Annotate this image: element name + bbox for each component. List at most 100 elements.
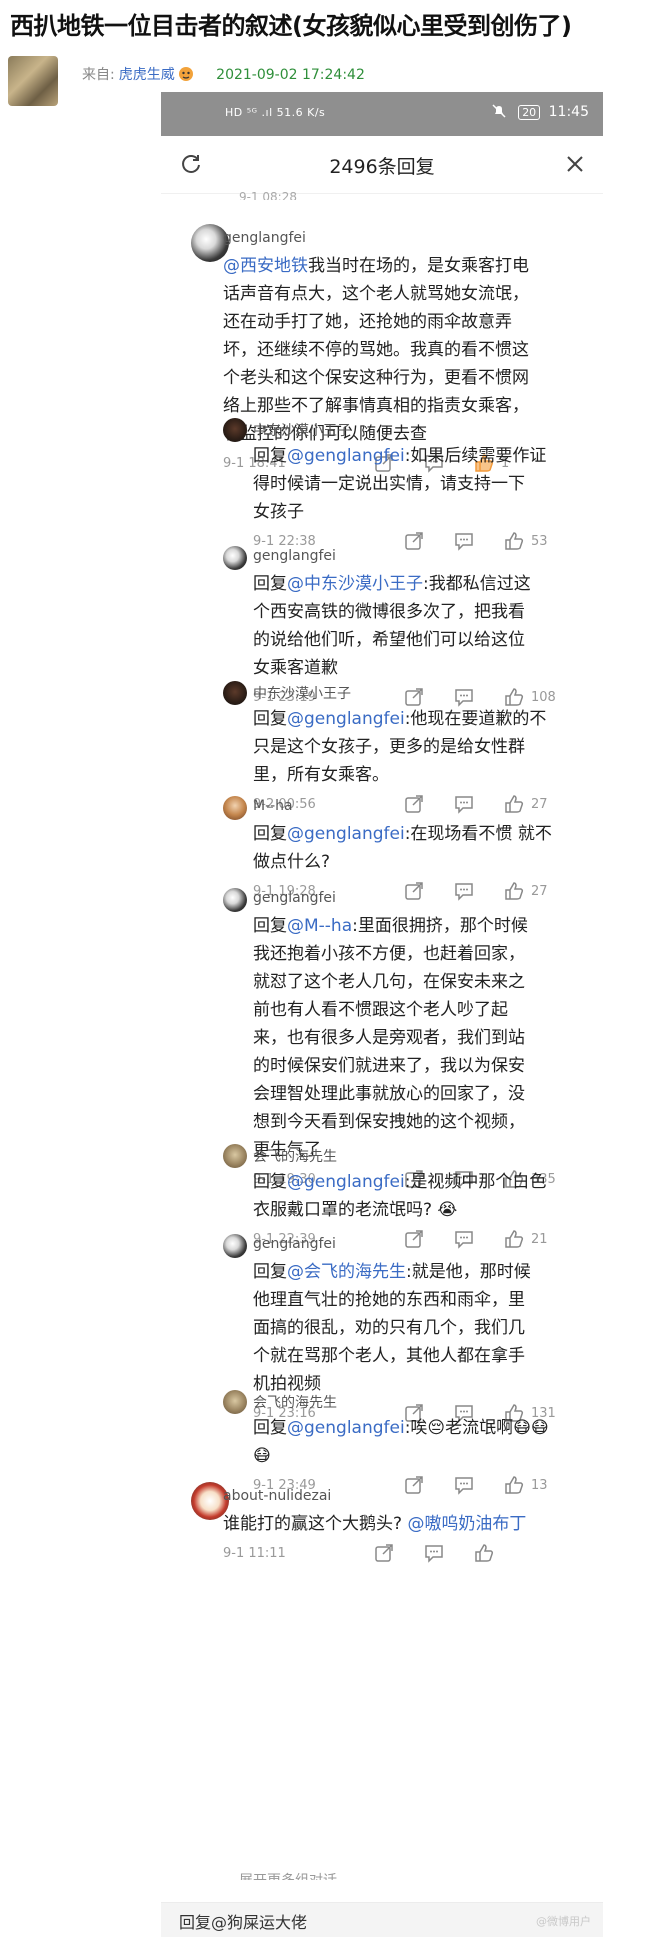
tiger-badge-icon <box>178 67 193 81</box>
reply-input-bar[interactable]: 回复@狗屎运大佬 @微博用户 <box>161 1902 603 1937</box>
comment-line: :就是他，那时候 <box>406 1262 531 1282</box>
user-avatar[interactable] <box>223 1234 247 1258</box>
comment-icon[interactable] <box>453 1228 475 1250</box>
username[interactable]: genglangfei <box>223 230 306 246</box>
username[interactable]: genglangfei <box>253 548 336 564</box>
comment-line: 我当时在场的，是女乘客打电 <box>308 256 529 276</box>
comment-text: 谁能打的赢这个大鹅头? @嗷呜奶油布丁 <box>223 1510 593 1538</box>
mention-link[interactable]: @会飞的海先生 <box>287 1262 406 1282</box>
comment-text: 回复@genglangfei:在现场看不惯 就不 做点什么? <box>253 820 583 876</box>
mute-icon <box>492 104 506 118</box>
comment-line: 还在动手打了她，还抢她的雨伞故意弄 <box>223 312 512 332</box>
comment-line: :唉😔老流氓啊😷😷 <box>404 1418 549 1438</box>
mention-link[interactable]: @中东沙漠小王子 <box>287 574 423 594</box>
comment-footer: 9-2 00:56 27 <box>253 793 581 817</box>
comment-line: 前也有人看不惯跟这个老人吵了起 <box>253 1000 508 1020</box>
user-avatar[interactable] <box>223 1390 247 1414</box>
share-icon[interactable] <box>403 1474 425 1496</box>
like-count: 27 <box>531 797 548 812</box>
comment-line: 他理直气壮的抢她的东西和雨伞，里 <box>253 1290 525 1310</box>
battery-indicator: 20 <box>518 105 541 120</box>
share-icon[interactable] <box>403 530 425 552</box>
share-icon[interactable] <box>403 880 425 902</box>
comment-line: 络上那些不了解事情真相的指责女乘客， <box>223 396 529 416</box>
mention-link[interactable]: @genglangfei <box>287 1418 405 1438</box>
comment-icon[interactable] <box>453 880 475 902</box>
like-count: 21 <box>531 1232 548 1247</box>
like-icon[interactable] <box>503 793 525 815</box>
share-icon[interactable] <box>403 1228 425 1250</box>
comment-icon[interactable] <box>453 793 475 815</box>
comment-line: :我都私信过这 <box>423 574 531 594</box>
comment-text: 回复@M--ha:里面很拥挤，那个时候 我还抱着小孩不方便，也赶着回家， 就怼了这个… <box>253 912 583 1164</box>
comment-line: 我还抱着小孩不方便，也赶着回家， <box>253 944 525 964</box>
expand-more-link[interactable]: 展开更多组对话 <box>239 1870 439 1880</box>
mention-link[interactable]: @西安地铁 <box>223 256 308 276</box>
username[interactable]: genglangfei <box>253 890 336 906</box>
comment-line: 个老头和这个保安这种行为，更看不惯网 <box>223 368 529 388</box>
share-icon[interactable] <box>403 793 425 815</box>
reply-prefix: 回复 <box>253 1418 287 1438</box>
share-icon[interactable] <box>373 1542 395 1564</box>
user-avatar[interactable] <box>223 681 247 705</box>
mention-link[interactable]: @genglangfei <box>287 446 405 466</box>
comment-line: 的时候保安们就进来了，我以为保安 <box>253 1056 525 1076</box>
comment-text: @西安地铁我当时在场的，是女乘客打电话声音有点大，这个老人就骂她女流氓， 还在动手… <box>223 252 593 448</box>
comment-line: 😷 <box>253 1446 271 1466</box>
comment-line: 话声音有点大，这个老人就骂她女流氓， <box>223 284 529 304</box>
comment-text: 回复@genglangfei:如果后续需要作证 得时候请一定说出实情，请支持一下女… <box>253 442 583 526</box>
close-icon[interactable] <box>563 152 587 176</box>
username[interactable]: 会飞的海先生 <box>253 1146 337 1166</box>
user-avatar[interactable] <box>223 418 247 442</box>
user-avatar[interactable] <box>223 546 247 570</box>
mention-link[interactable]: @嗷呜奶油布丁 <box>407 1514 526 1534</box>
username[interactable]: 中东沙漠小王子 <box>253 420 351 440</box>
comment-text: 回复@genglangfei:他现在要道歉的不 只是这个女孩子，更多的是给女性群里… <box>253 705 583 789</box>
user-avatar[interactable] <box>223 888 247 912</box>
like-count: 27 <box>531 884 548 899</box>
like-icon[interactable] <box>503 880 525 902</box>
username[interactable]: 中东沙漠小王子 <box>253 683 351 703</box>
user-avatar[interactable] <box>223 796 247 820</box>
reply-prefix: 回复 <box>253 446 287 466</box>
like-count: 13 <box>531 1478 548 1493</box>
like-icon[interactable] <box>473 1542 495 1564</box>
username[interactable]: 会飞的海先生 <box>253 1392 337 1412</box>
comment-icon[interactable] <box>423 1542 445 1564</box>
mention-link[interactable]: @genglangfei <box>287 1172 405 1192</box>
comment-line: 坏，还继续不停的骂她。我真的看不惯这 <box>223 340 529 360</box>
username[interactable]: M--ha <box>253 798 293 814</box>
network-status: HD ⁵ᴳ .ıl 51.6 K/s <box>225 106 326 119</box>
comment-line: 会理智处理此事就放心的回家了，没 <box>253 1084 525 1104</box>
comment-line: 的说给他们听，希望他们可以给这位 <box>253 630 525 650</box>
reply-prefix: 回复 <box>253 574 287 594</box>
author-name[interactable]: 虎虎生威 <box>119 67 175 83</box>
mention-link[interactable]: @genglangfei <box>287 824 405 844</box>
comment-line: 就怼了这个老人几句，在保安未来之 <box>253 972 525 992</box>
author-avatar[interactable] <box>8 56 58 106</box>
comment-line: 女孩子 <box>253 502 304 522</box>
clipped-previous-time: 9-1 08:28 <box>239 190 297 200</box>
comment-line: 个西安高铁的微博很多次了，把我看 <box>253 602 525 622</box>
comment-icon[interactable] <box>453 1474 475 1496</box>
username[interactable]: about-nulidezai <box>223 1488 331 1504</box>
reply-input-placeholder[interactable]: 回复@狗屎运大佬 <box>179 1909 307 1933</box>
reply-prefix: 回复 <box>253 916 287 936</box>
reply-prefix: 回复 <box>253 709 287 729</box>
comment-time: 9-1 22:38 <box>253 534 316 549</box>
like-icon[interactable] <box>503 530 525 552</box>
sheet-header: 2496条回复 <box>161 136 603 194</box>
like-icon[interactable] <box>503 1474 525 1496</box>
author-meta: 来自: 虎虎生威 2021-09-02 17:24:42 <box>82 64 365 84</box>
like-count: 108 <box>531 690 556 705</box>
mention-link[interactable]: @genglangfei <box>287 709 405 729</box>
mention-link[interactable]: @M--ha <box>287 916 352 936</box>
comment-icon[interactable] <box>453 530 475 552</box>
user-avatar[interactable] <box>223 1144 247 1168</box>
like-count: 53 <box>531 534 548 549</box>
username[interactable]: genglangfei <box>253 1236 336 1252</box>
comment-text: 回复@genglangfei:唉😔老流氓啊😷😷 😷 <box>253 1414 583 1470</box>
status-bar: HD ⁵ᴳ .ıl 51.6 K/s 20 11:45 <box>161 92 603 136</box>
like-icon[interactable] <box>503 1228 525 1250</box>
comment-line: 个就在骂那个老人，其他人都在拿手 <box>253 1346 525 1366</box>
